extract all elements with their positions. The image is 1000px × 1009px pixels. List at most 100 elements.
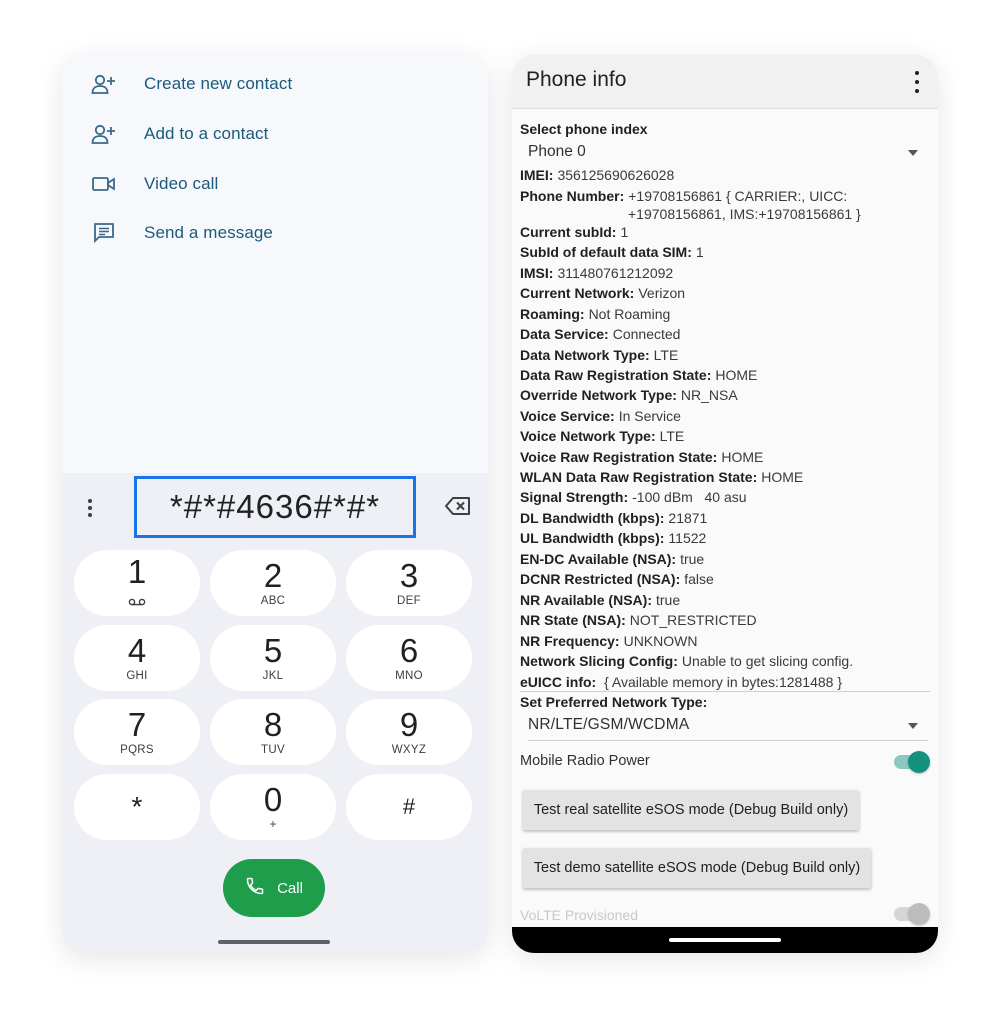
toggle-thumb — [908, 751, 930, 773]
mobile-radio-power-label: Mobile Radio Power — [520, 753, 650, 769]
preferred-network-label: Set Preferred Network Type: — [520, 694, 708, 710]
info-value: Unable to get slicing config. — [681, 653, 854, 669]
info-key: Roaming: — [520, 306, 585, 322]
info-row: Data Raw Registration State: HOME — [520, 366, 757, 384]
dial-key-3[interactable]: 3 DEF — [346, 550, 472, 616]
info-key: NR Frequency: — [520, 633, 620, 649]
info-value: NOT_RESTRICTED — [629, 612, 757, 628]
info-value: HOME — [721, 449, 764, 465]
info-key: Data Service: — [520, 326, 609, 342]
dial-key-5[interactable]: 5 JKL — [210, 625, 336, 691]
info-value: Not Roaming — [588, 306, 671, 322]
dial-key-0[interactable]: 0 + — [210, 774, 336, 840]
info-value: In Service — [618, 408, 681, 424]
dialer-screen: Create new contact Add to a contact Vide… — [62, 55, 488, 953]
dialer-actions-menu: Create new contact Add to a contact Vide… — [62, 55, 488, 473]
dial-key-hash[interactable]: # — [346, 774, 472, 840]
dial-key-2[interactable]: 2 ABC — [210, 550, 336, 616]
info-key: Override Network Type: — [520, 387, 677, 403]
divider — [520, 691, 930, 692]
info-row: IMEI: 356125690626028 — [520, 166, 674, 184]
info-row: WLAN Data Raw Registration State: HOME — [520, 468, 803, 486]
overflow-menu-icon[interactable] — [912, 69, 922, 95]
info-key: EN-DC Available (NSA): — [520, 551, 677, 567]
key-letters: WXYZ — [391, 744, 427, 756]
video-call-label: Video call — [144, 174, 219, 193]
info-row: Data Service: Connected — [520, 325, 680, 343]
key-digit: 8 — [263, 706, 283, 743]
info-value: true — [680, 551, 705, 567]
create-new-contact-item[interactable]: Create new contact — [90, 62, 292, 106]
key-letters: PQRS — [120, 744, 154, 756]
gesture-nav-bar[interactable] — [218, 940, 330, 944]
info-value: Verizon — [638, 285, 686, 301]
info-value: true — [655, 592, 681, 608]
dial-key-9[interactable]: 9 WXYZ — [346, 699, 472, 765]
call-button[interactable]: Call — [223, 859, 325, 917]
dial-key-6[interactable]: 6 MNO — [346, 625, 472, 691]
info-row: DCNR Restricted (NSA): false — [520, 570, 714, 588]
info-row: UL Bandwidth (kbps): 11522 — [520, 529, 706, 547]
key-digit: * — [131, 791, 143, 822]
home-gesture-pill[interactable] — [669, 938, 781, 942]
info-row: Network Slicing Config: Unable to get sli… — [520, 652, 853, 670]
key-digit: 4 — [127, 632, 147, 669]
mobile-radio-power-toggle[interactable] — [894, 751, 930, 773]
key-letters: GHI — [126, 670, 148, 682]
dial-key-8[interactable]: 8 TUV — [210, 699, 336, 765]
info-row: Current Network: Verizon — [520, 284, 685, 302]
info-row: Voice Service: In Service — [520, 407, 681, 425]
info-row: NR Frequency: UNKNOWN — [520, 632, 697, 650]
dial-key-7[interactable]: 7 PQRS — [74, 699, 200, 765]
info-value: Connected — [612, 326, 681, 342]
preferred-network-dropdown[interactable]: NR/LTE/GSM/WCDMA — [528, 716, 918, 738]
message-icon — [90, 219, 118, 247]
key-digit: 0 — [263, 781, 283, 818]
dial-key-4[interactable]: 4 GHI — [74, 625, 200, 691]
add-person-icon — [90, 70, 118, 98]
phone-info-screen: Phone info Select phone index Phone 0 IM… — [512, 55, 938, 953]
info-key: Network Slicing Config: — [520, 653, 678, 669]
phone-icon — [245, 876, 265, 901]
info-row: Roaming: Not Roaming — [520, 305, 670, 323]
add-to-contact-item[interactable]: Add to a contact — [90, 112, 268, 156]
info-key: Voice Raw Registration State: — [520, 449, 718, 465]
key-letters: + — [269, 817, 277, 831]
more-options-icon[interactable] — [80, 495, 100, 521]
key-letters: JKL — [262, 670, 284, 682]
test-demo-satellite-button[interactable]: Test demo satellite eSOS mode (Debug Bui… — [523, 848, 871, 888]
dial-bar: *#*#4636#*#* — [62, 473, 488, 543]
info-value: 311480761212092 — [557, 265, 674, 281]
volte-provisioned-toggle[interactable] — [894, 903, 930, 925]
send-message-item[interactable]: Send a message — [90, 211, 273, 255]
info-key: eUICC info: — [520, 674, 597, 690]
info-key: Signal Strength: — [520, 489, 629, 505]
dialpad-area: *#*#4636#*#* 1 2 ABC 3 DEF 4 GHI 5 JKL 6… — [62, 473, 488, 953]
info-value: LTE — [659, 428, 685, 444]
test-real-satellite-button[interactable]: Test real satellite eSOS mode (Debug Bui… — [523, 790, 859, 830]
video-call-item[interactable]: Video call — [90, 162, 218, 206]
info-row: NR State (NSA): NOT_RESTRICTED — [520, 611, 757, 629]
info-value: 1 — [695, 244, 704, 260]
backspace-icon[interactable] — [444, 495, 472, 519]
send-message-label: Send a message — [144, 223, 273, 242]
dialed-number-field[interactable]: *#*#4636#*#* — [134, 476, 416, 538]
info-value: 1 — [620, 224, 629, 240]
dial-key-star[interactable]: * — [74, 774, 200, 840]
phone-index-dropdown[interactable]: Phone 0 — [528, 143, 918, 165]
info-row: NR Available (NSA): true — [520, 591, 680, 609]
dropdown-arrow-icon — [908, 723, 918, 729]
key-letters: TUV — [261, 744, 285, 756]
key-digit: 7 — [127, 706, 147, 743]
preferred-network-value: NR/LTE/GSM/WCDMA — [528, 716, 690, 733]
info-row: eUICC info: { Available memory in bytes:… — [520, 673, 842, 691]
info-value: HOME — [761, 469, 804, 485]
phone-index-value: Phone 0 — [528, 143, 586, 160]
key-digit: 5 — [263, 632, 283, 669]
info-value: UNKNOWN — [623, 633, 698, 649]
info-row: Current subId: 1 — [520, 223, 628, 241]
dial-key-1[interactable]: 1 — [74, 550, 200, 616]
key-letters: ABC — [260, 595, 286, 607]
info-key: Data Network Type: — [520, 347, 650, 363]
info-key: DCNR Restricted (NSA): — [520, 571, 681, 587]
